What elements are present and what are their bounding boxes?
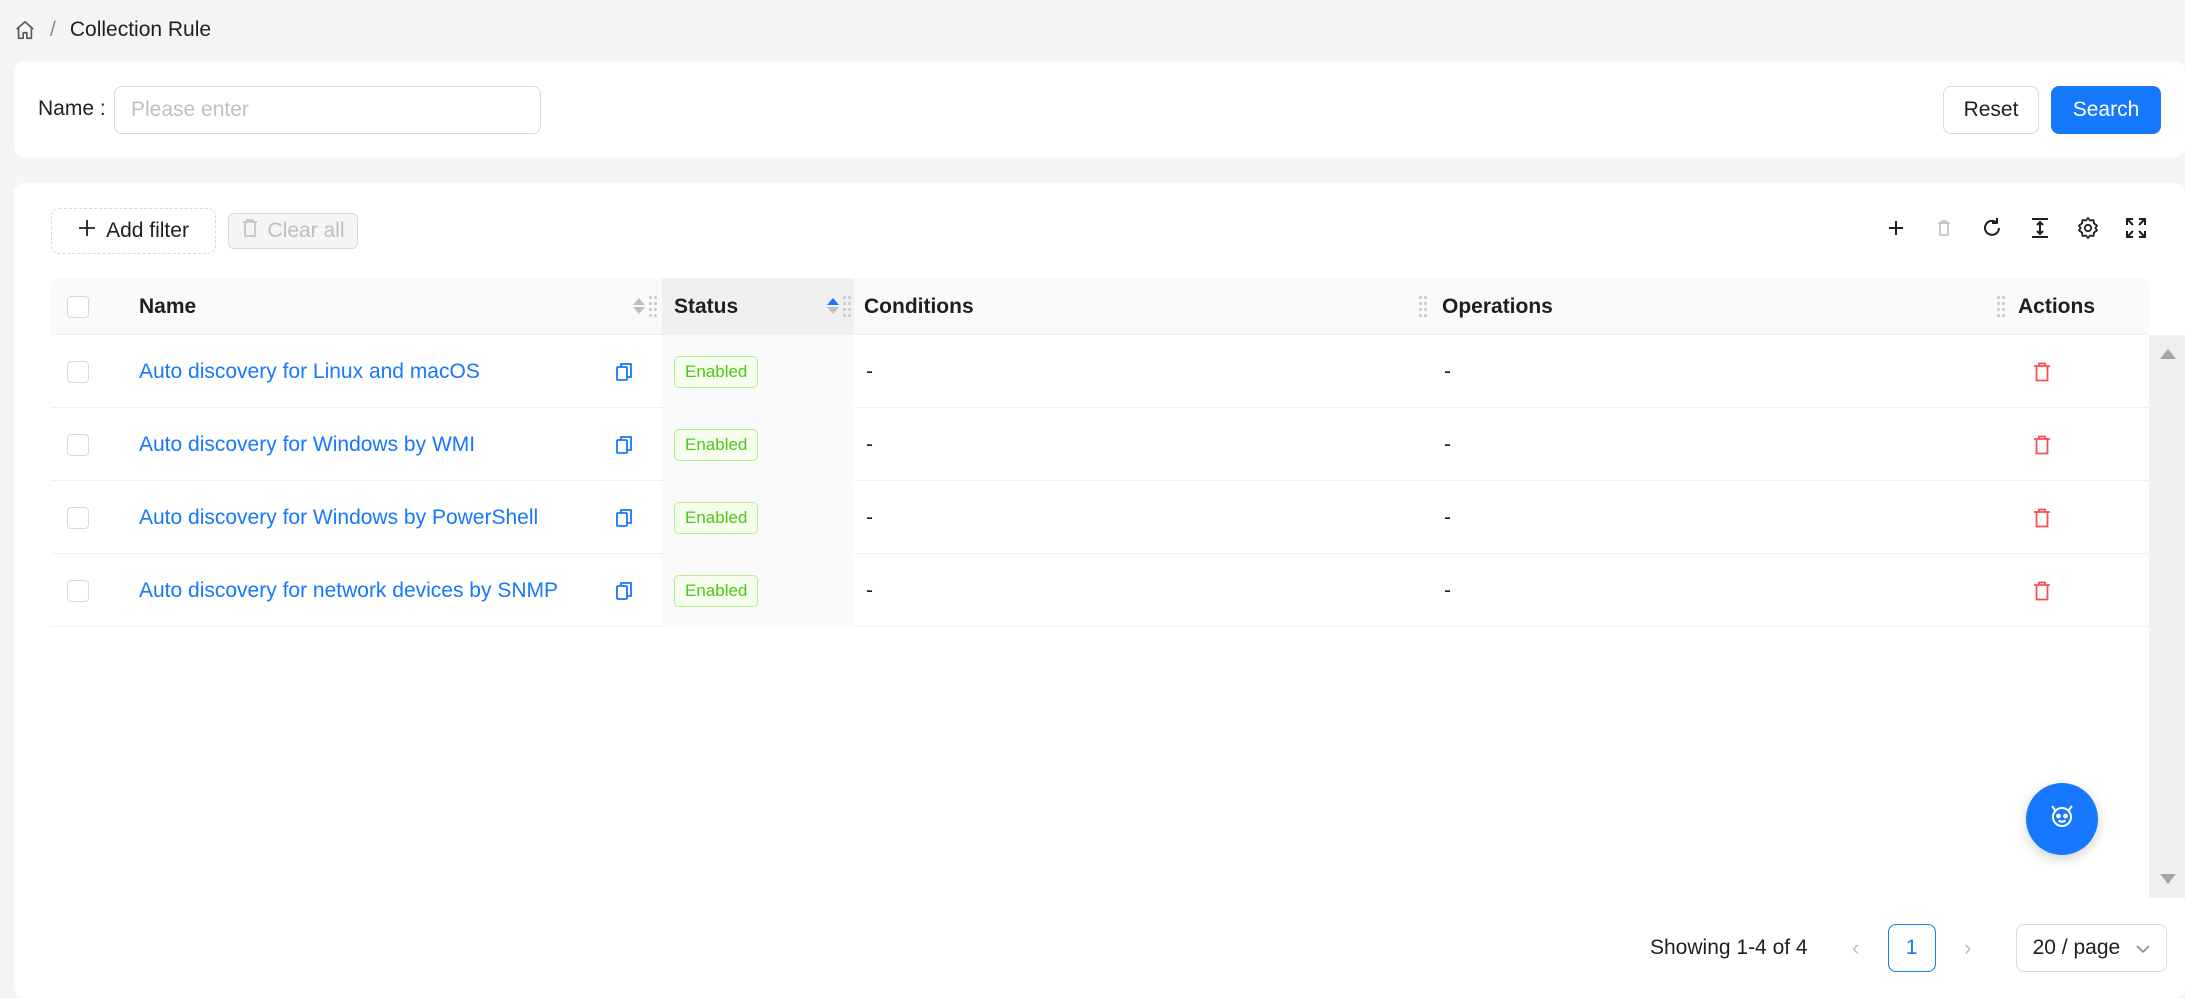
resize-handle-icon[interactable] — [1419, 293, 1427, 319]
rule-name-link[interactable]: Auto discovery for network devices by SN… — [139, 554, 558, 627]
table-body: Auto discovery for Linux and macOS Enabl… — [51, 335, 2149, 627]
conditions-cell: - — [866, 432, 873, 456]
operations-cell: - — [1444, 578, 1451, 602]
search-button[interactable]: Search — [2051, 86, 2161, 134]
copy-icon[interactable] — [615, 335, 633, 408]
copy-icon[interactable] — [615, 554, 633, 627]
pagination-summary: Showing 1-4 of 4 — [1650, 936, 1808, 959]
rules-table: Name Status Conditions Operations Action… — [51, 278, 2185, 898]
status-badge: Enabled — [674, 428, 759, 461]
status-sort-icon[interactable] — [827, 298, 839, 314]
plus-icon — [78, 219, 96, 243]
vertical-scrollbar[interactable] — [2149, 335, 2185, 898]
fullscreen-icon[interactable] — [2124, 216, 2148, 240]
row-checkbox[interactable] — [67, 360, 89, 383]
breadcrumb: / Collection Rule — [14, 18, 211, 42]
prev-page-icon[interactable]: ‹ — [1834, 926, 1878, 970]
delete-icon — [241, 218, 259, 244]
assistant-fab-button[interactable] — [2026, 783, 2098, 855]
table-toolbar — [1884, 216, 2148, 240]
operations-cell: - — [1444, 359, 1451, 383]
column-header-name[interactable]: Name — [139, 278, 196, 335]
setting-icon[interactable] — [2076, 216, 2100, 240]
rule-name-link[interactable]: Auto discovery for Windows by PowerShell — [139, 481, 538, 554]
scroll-down-arrow-icon[interactable] — [2160, 874, 2176, 884]
resize-handle-icon[interactable] — [1997, 293, 2005, 319]
row-checkbox[interactable] — [67, 506, 89, 529]
delete-icon[interactable] — [2033, 335, 2051, 408]
breadcrumb-current: Collection Rule — [69, 18, 212, 41]
delete-icon[interactable] — [2033, 481, 2051, 554]
table-row: Auto discovery for Linux and macOS Enabl… — [51, 335, 2149, 408]
conditions-cell: - — [866, 505, 873, 529]
table-row: Auto discovery for network devices by SN… — [51, 554, 2149, 627]
table-row: Auto discovery for Windows by WMI Enable… — [51, 408, 2149, 481]
next-page-icon[interactable]: › — [1946, 926, 1990, 970]
name-label: Name : — [38, 97, 106, 120]
column-header-conditions: Conditions — [864, 294, 974, 318]
operations-cell: - — [1444, 432, 1451, 456]
column-header-status[interactable]: Status — [662, 278, 854, 335]
resize-handle-icon[interactable] — [843, 293, 851, 319]
plus-icon[interactable] — [1884, 216, 1908, 240]
rule-name-link[interactable]: Auto discovery for Linux and macOS — [139, 335, 480, 408]
conditions-cell: - — [866, 359, 873, 383]
reset-button[interactable]: Reset — [1943, 86, 2039, 134]
column-header-operations: Operations — [1442, 294, 1553, 318]
delete-icon[interactable] — [2033, 408, 2051, 481]
copy-icon[interactable] — [615, 408, 633, 481]
assistant-bot-icon — [2047, 801, 2077, 837]
name-sort-icon[interactable] — [633, 298, 645, 314]
status-badge: Enabled — [674, 574, 759, 607]
copy-icon[interactable] — [615, 481, 633, 554]
clear-all-label: Clear all — [267, 219, 345, 242]
status-badge: Enabled — [674, 501, 759, 534]
conditions-cell: - — [866, 578, 873, 602]
search-form: Name : Reset Search — [14, 61, 2185, 157]
pagination: Showing 1-4 of 4 ‹ 1 › 20 / page — [1650, 924, 2167, 972]
table-card: Add filter Clear all Name Status Conditi… — [14, 183, 2185, 998]
operations-cell: - — [1444, 505, 1451, 529]
delete-icon[interactable] — [2033, 554, 2051, 627]
resize-handle-icon[interactable] — [649, 293, 657, 319]
reload-icon[interactable] — [1980, 216, 2004, 240]
page-size-select[interactable]: 20 / page — [2015, 924, 2167, 972]
add-filter-button[interactable]: Add filter — [51, 208, 216, 254]
chevron-down-icon — [2136, 936, 2150, 960]
add-filter-label: Add filter — [106, 219, 189, 242]
row-checkbox[interactable] — [67, 579, 89, 602]
select-all-checkbox[interactable] — [67, 295, 89, 318]
delete-icon[interactable] — [1932, 216, 1956, 240]
breadcrumb-separator: / — [50, 18, 56, 41]
select-all-checkbox-cell — [67, 278, 89, 335]
column-header-actions: Actions — [2018, 294, 2096, 318]
status-badge: Enabled — [674, 355, 759, 388]
row-checkbox[interactable] — [67, 433, 89, 456]
column-height-icon[interactable] — [2028, 216, 2052, 240]
rule-name-link[interactable]: Auto discovery for Windows by WMI — [139, 408, 475, 481]
page-number-button[interactable]: 1 — [1887, 924, 1936, 972]
page-size-value: 20 / page — [2032, 936, 2121, 959]
table-row: Auto discovery for Windows by PowerShell… — [51, 481, 2149, 554]
home-icon[interactable] — [14, 19, 36, 41]
table-header: Name Status Conditions Operations Action… — [51, 278, 2149, 335]
name-search-input[interactable] — [114, 86, 541, 134]
scroll-up-arrow-icon[interactable] — [2160, 349, 2176, 359]
clear-all-button[interactable]: Clear all — [228, 213, 358, 249]
